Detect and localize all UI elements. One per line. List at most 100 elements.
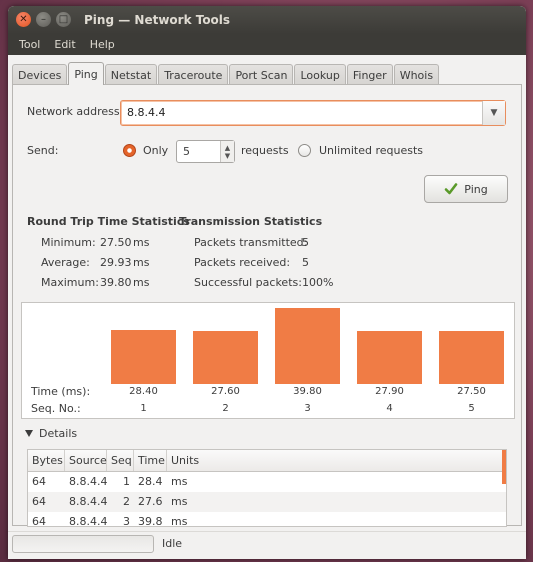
count-input[interactable]: 5 (183, 145, 190, 158)
column-header-source[interactable]: Source (65, 450, 107, 471)
transmitted-label: Packets transmitted: (194, 236, 308, 249)
chart-bar (111, 330, 176, 384)
details-label: Details (39, 427, 78, 440)
stepper-up-icon[interactable]: ▲ (225, 144, 230, 152)
minimum-unit: ms (133, 236, 150, 249)
chart-bar (357, 331, 422, 384)
menu-tool[interactable]: Tool (12, 38, 47, 51)
transmission-heading: Transmission Statistics (179, 215, 323, 228)
title-bar: ✕ – □ Ping — Network Tools (8, 6, 526, 34)
tab-port-scan[interactable]: Port Scan (229, 64, 294, 85)
transmitted-value: 5 (302, 236, 309, 249)
table-row[interactable]: 64 8.8.4.4 2 27.6 ms (28, 492, 506, 512)
bar-value-label: 27.60 (211, 386, 240, 397)
table-cell: 8.8.4.4 (69, 475, 108, 488)
received-label: Packets received: (194, 256, 291, 269)
tab-whois[interactable]: Whois (393, 64, 440, 85)
requests-label: requests (241, 144, 289, 157)
chart-y-label: Time (ms): (31, 385, 91, 398)
chart-bar (439, 331, 504, 384)
table-cell: 8.8.4.4 (69, 515, 108, 527)
only-label: Only (143, 144, 169, 157)
table-row[interactable]: 64 8.8.4.4 3 39.8 ms (28, 512, 506, 527)
close-icon: ✕ (19, 13, 28, 25)
stepper-buttons[interactable]: ▲ ▼ (220, 141, 234, 162)
table-cell: ms (171, 475, 188, 488)
tab-finger[interactable]: Finger (346, 64, 393, 85)
unlimited-radio[interactable] (298, 144, 311, 157)
maximum-value: 39.80 (100, 276, 132, 289)
unlimited-label: Unlimited requests (319, 144, 424, 157)
table-row[interactable]: 64 8.8.4.4 1 28.4 ms (28, 472, 506, 492)
table-cell: 39.8 (138, 515, 163, 527)
minimum-value: 27.50 (100, 236, 132, 249)
received-value: 5 (302, 256, 309, 269)
table-cell: ms (171, 495, 188, 508)
only-radio[interactable] (123, 144, 136, 157)
progress-bar (12, 535, 154, 553)
table-cell: 3 (123, 515, 130, 527)
maximum-label: Maximum: (41, 276, 99, 289)
table-cell: 1 (123, 475, 130, 488)
dropdown-button[interactable]: ▼ (482, 101, 505, 125)
tab-lookup[interactable]: Lookup (294, 64, 346, 85)
details-expander[interactable]: Details (25, 427, 77, 440)
network-address-input[interactable]: 8.8.4.4 (127, 106, 165, 119)
table-cell: 64 (32, 475, 46, 488)
chart-x-label: Seq. No.: (31, 402, 81, 415)
average-unit: ms (133, 256, 150, 269)
table-header: Bytes Source Seq Time Units (28, 450, 506, 484)
expand-triangle-icon (25, 430, 33, 437)
menu-help[interactable]: Help (83, 38, 122, 51)
chart-bar (275, 308, 340, 384)
table-cell: 8.8.4.4 (69, 495, 108, 508)
tab-devices[interactable]: Devices (12, 64, 68, 85)
chart-bar (193, 331, 258, 384)
menu-bar: Tool Edit Help (8, 34, 526, 55)
bar-value-label: 27.50 (457, 386, 486, 397)
status-bar: Idle (8, 531, 526, 559)
average-label: Average: (41, 256, 90, 269)
app-window: ✕ – □ Ping — Network Tools Tool Edit Hel… (8, 6, 526, 559)
bar-category-label: 4 (386, 403, 393, 414)
network-address-combo[interactable]: 8.8.4.4 ▼ (120, 100, 506, 126)
success-label: Successful packets: (194, 276, 302, 289)
check-icon (444, 183, 458, 195)
rtt-heading: Round Trip Time Statistics (27, 215, 190, 228)
column-header-time[interactable]: Time (134, 450, 167, 471)
ping-panel: Network address: 8.8.4.4 ▼ Send: Only 5 … (12, 84, 522, 527)
chevron-down-icon: ▼ (490, 108, 498, 118)
maximize-icon: □ (58, 13, 69, 25)
table-cell: 28.4 (138, 475, 163, 488)
maximize-button[interactable]: □ (56, 12, 71, 27)
column-header-units[interactable]: Units (167, 450, 502, 471)
ping-time-chart: Time (ms): Seq. No.: 28.40 1 27.60 2 39.80 3 2… (21, 302, 515, 419)
tab-traceroute[interactable]: Traceroute (158, 64, 229, 85)
bar-value-label: 28.40 (129, 386, 158, 397)
minimum-label: Minimum: (41, 236, 96, 249)
minimize-icon: – (41, 13, 46, 25)
minimize-button[interactable]: – (36, 12, 51, 27)
status-text: Idle (162, 537, 183, 550)
bar-category-label: 3 (304, 403, 311, 414)
close-button[interactable]: ✕ (16, 12, 31, 27)
network-address-label: Network address: (27, 105, 124, 118)
ping-button-label: Ping (464, 182, 488, 196)
count-stepper[interactable]: 5 ▲ ▼ (176, 140, 235, 163)
window-title: Ping — Network Tools (84, 13, 231, 27)
bar-category-label: 2 (222, 403, 229, 414)
details-table[interactable]: Bytes Source Seq Time Units 64 8.8.4.4 1 28… (27, 449, 507, 527)
bar-value-label: 27.90 (375, 386, 404, 397)
menu-edit[interactable]: Edit (47, 38, 82, 51)
tab-netstat[interactable]: Netstat (104, 64, 158, 85)
ping-button[interactable]: Ping (424, 175, 508, 203)
stepper-down-icon[interactable]: ▼ (225, 152, 230, 160)
table-cell: 64 (32, 495, 46, 508)
bar-category-label: 1 (140, 403, 147, 414)
maximum-unit: ms (133, 276, 150, 289)
table-cell: 27.6 (138, 495, 163, 508)
tab-bar: Devices Ping Netstat Traceroute Port Sca… (12, 62, 440, 85)
column-header-seq[interactable]: Seq (107, 450, 134, 471)
column-header-bytes[interactable]: Bytes (28, 450, 65, 471)
tab-ping[interactable]: Ping (68, 62, 104, 85)
